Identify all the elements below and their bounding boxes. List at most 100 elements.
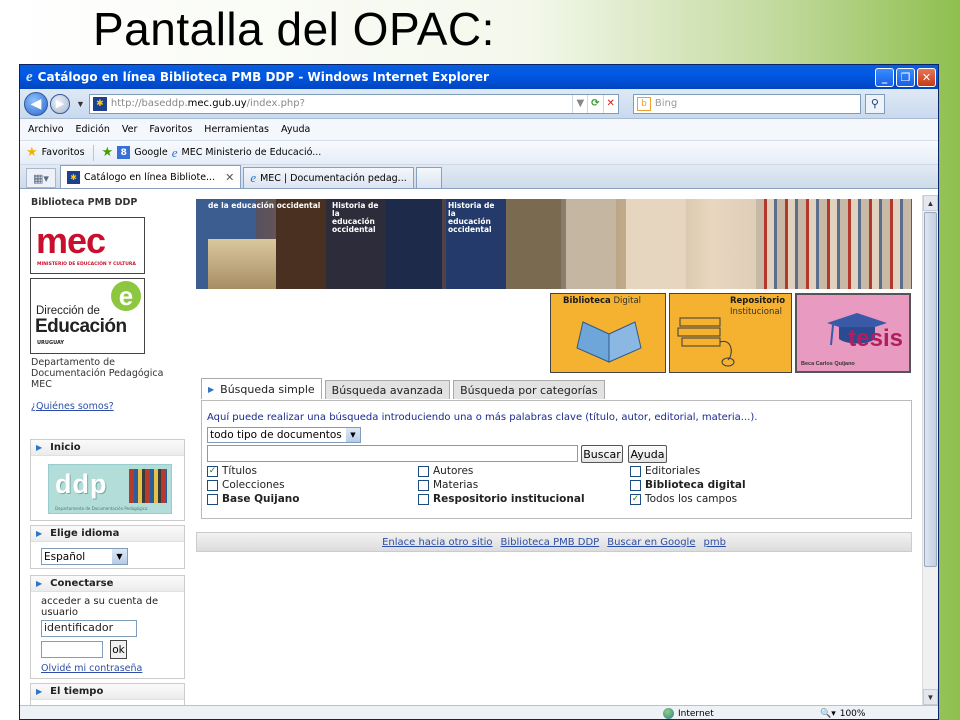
password-field[interactable]	[41, 641, 103, 658]
site-favicon: ✱	[92, 96, 107, 111]
language-box: ▶ Elige idioma Español ▼	[30, 525, 185, 569]
menu-edicion[interactable]: Edición	[76, 124, 110, 135]
menu-favoritos[interactable]: Favoritos	[149, 124, 192, 135]
menu-herramientas[interactable]: Herramientas	[204, 124, 269, 135]
tab-busqueda-avanzada[interactable]: Búsqueda avanzada	[324, 380, 451, 399]
close-tab-icon[interactable]: ✕	[225, 171, 234, 184]
checkbox-todos-campos[interactable]: ✓ Todos los campos	[630, 493, 737, 505]
doctype-select[interactable]: todo tipo de documentos ▼	[207, 427, 361, 443]
forward-button[interactable]: ▶	[50, 93, 70, 114]
checkbox-label: Editoriales	[645, 465, 701, 477]
tab-label: Búsqueda por categorías	[460, 383, 598, 397]
window-titlebar[interactable]: e Catálogo en línea Biblioteca PMB DDP -…	[20, 65, 938, 89]
checkbox-label: Autores	[433, 465, 474, 477]
checkbox-box[interactable]	[630, 465, 641, 477]
link-google[interactable]: Buscar en Google	[607, 537, 695, 548]
weather-title: El tiempo	[50, 686, 104, 697]
inicio-title: Inicio	[50, 442, 81, 453]
stop-icon[interactable]: ✕	[602, 94, 618, 113]
ddp-logo[interactable]: ddp Departamento de Documentación Pedagó…	[48, 464, 172, 514]
checkbox-box[interactable]	[418, 479, 429, 491]
search-panel: Aquí puede realizar una búsqueda introdu…	[201, 400, 912, 519]
menu-archivo[interactable]: Archivo	[28, 124, 64, 135]
buscar-button[interactable]: Buscar	[581, 445, 623, 463]
checkbox-base-quijano[interactable]: Base Quijano	[207, 493, 300, 505]
scroll-up-icon[interactable]: ▲	[923, 195, 938, 211]
username-field[interactable]: identificador	[41, 620, 137, 637]
menu-ver[interactable]: Ver	[122, 124, 138, 135]
repositorio-institucional-tile[interactable]: Repositorio Institucional	[669, 293, 792, 373]
search-icon[interactable]: ⚲	[864, 93, 885, 114]
checkbox-autores[interactable]: Autores	[418, 465, 473, 477]
favorite-google[interactable]: Google	[134, 147, 168, 158]
department-name: Departamento de Documentación Pedagógica…	[31, 357, 164, 390]
mec-logo-sub: MINISTERIO DE EDUCACIÓN Y CULTURA	[37, 262, 136, 267]
ddp-logo-sub: Departamento de Documentación Pedagógica	[55, 506, 148, 511]
tile-label-rest: Digital	[613, 296, 642, 306]
language-header: ▶ Elige idioma	[31, 526, 184, 542]
tab-mec[interactable]: e MEC | Documentación pedag...	[243, 167, 414, 188]
url-dropdown-icon[interactable]: ▼	[572, 94, 587, 113]
mec-logo[interactable]: mec MINISTERIO DE EDUCACIÓN Y CULTURA	[30, 217, 145, 274]
security-zone[interactable]: Internet	[663, 708, 714, 719]
search-input[interactable]: b Bing	[632, 93, 861, 114]
checkbox-colecciones[interactable]: Colecciones	[207, 479, 285, 491]
biblioteca-digital-tile[interactable]: Biblioteca Digital	[550, 293, 666, 373]
search-instructions: Aquí puede realizar una búsqueda introdu…	[207, 412, 758, 423]
url-field[interactable]: ✱ http://baseddp. mec.gub.uy/index.php? ▼…	[88, 93, 619, 114]
add-favorite-icon[interactable]: ★	[102, 145, 114, 160]
checkbox-repositorio[interactable]: Respositorio institucional	[418, 493, 585, 505]
language-select[interactable]: Español ▼	[41, 548, 128, 565]
link-biblioteca[interactable]: Biblioteca PMB DDP	[501, 537, 600, 548]
checkbox-box[interactable]	[207, 479, 218, 491]
ayuda-button[interactable]: Ayuda	[628, 445, 667, 463]
menu-ayuda[interactable]: Ayuda	[281, 124, 310, 135]
forgot-password-link[interactable]: Olvidé mi contraseña	[41, 663, 142, 674]
back-button[interactable]: ◀	[24, 91, 48, 116]
quick-tabs-icon[interactable]: ▦▾	[26, 168, 56, 188]
refresh-icon[interactable]: ⟳	[587, 94, 602, 113]
checkbox-box[interactable]	[207, 493, 218, 505]
close-window-button[interactable]: ✕	[917, 67, 936, 87]
inicio-header[interactable]: ▶ Inicio	[31, 440, 184, 456]
page-scrollbar[interactable]: ▲ ▼	[922, 195, 938, 705]
favorite-mec[interactable]: MEC Ministerio de Educació...	[182, 147, 322, 158]
favorites-star-icon[interactable]: ★	[26, 145, 38, 160]
triangle-icon: ▶	[36, 443, 43, 452]
ok-button[interactable]: ok	[110, 640, 127, 659]
checkbox-biblioteca-digital[interactable]: Biblioteca digital	[630, 479, 746, 491]
tab-busqueda-categorias[interactable]: Búsqueda por categorías	[453, 380, 605, 399]
scroll-down-icon[interactable]: ▼	[923, 689, 938, 705]
address-bar: ◀ ▶ ▼ ✱ http://baseddp. mec.gub.uy/index.…	[20, 89, 938, 119]
link-pmb[interactable]: pmb	[703, 537, 725, 548]
chevron-down-icon[interactable]: ▼	[112, 549, 127, 564]
about-link[interactable]: ¿Quiénes somos?	[31, 401, 114, 412]
checkbox-box[interactable]	[418, 493, 429, 505]
tesis-tile[interactable]: tesis Beca Carlos Quijano	[795, 293, 911, 373]
tab-label: Catálogo en línea Bibliote...	[84, 171, 216, 183]
checkbox-titulos[interactable]: ✓ Títulos	[207, 465, 257, 477]
direccion-educacion-logo[interactable]: e Dirección de Educación URUGUAY	[30, 278, 145, 354]
checkbox-box[interactable]	[630, 479, 641, 491]
mec-logo-word: mec	[36, 220, 106, 261]
checkbox-box[interactable]: ✓	[207, 465, 218, 477]
checkbox-materias[interactable]: Materias	[418, 479, 478, 491]
link-otro-sitio[interactable]: Enlace hacia otro sitio	[382, 537, 492, 548]
history-dropdown-icon[interactable]: ▼	[76, 99, 85, 109]
zoom-control[interactable]: 🔍▾ 100%	[820, 709, 865, 719]
checkbox-box[interactable]: ✓	[630, 493, 641, 505]
checkbox-editoriales[interactable]: Editoriales	[630, 465, 700, 477]
chevron-down-icon[interactable]: ▼	[346, 428, 360, 442]
favorites-button[interactable]: Favoritos	[42, 147, 85, 158]
checkbox-box[interactable]	[418, 465, 429, 477]
scroll-thumb[interactable]	[924, 212, 937, 567]
language-selected: Español	[44, 550, 86, 563]
query-input[interactable]	[207, 445, 578, 462]
restore-button[interactable]: ❐	[896, 67, 915, 87]
triangle-icon: ▶	[36, 687, 43, 696]
minimize-button[interactable]: _	[875, 67, 894, 87]
tab-catalogo[interactable]: ✱ Catálogo en línea Bibliote... ✕	[60, 165, 242, 188]
tab-busqueda-simple[interactable]: ▶ Búsqueda simple	[201, 378, 322, 399]
tab-label: Búsqueda avanzada	[331, 383, 444, 397]
new-tab-button[interactable]	[415, 167, 442, 188]
